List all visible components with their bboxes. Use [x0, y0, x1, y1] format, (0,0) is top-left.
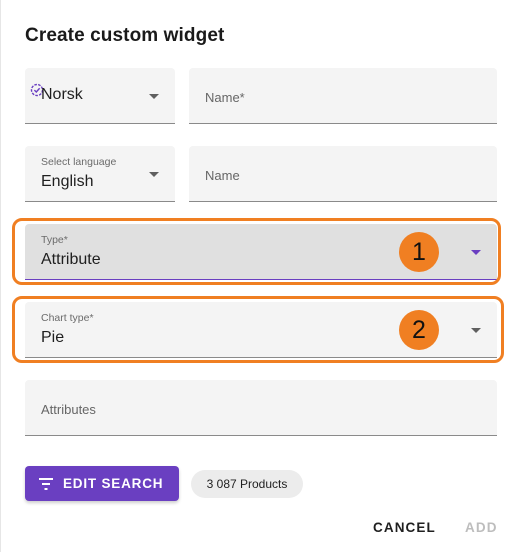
language-select-english[interactable]: Select language English [25, 146, 175, 202]
dialog-title: Create custom widget [25, 25, 225, 46]
language-label: Select language [41, 156, 117, 168]
caret-down-icon [149, 172, 159, 177]
products-count-chip: 3 087 Products [191, 470, 303, 498]
annotation-marker-1: 1 [399, 232, 439, 272]
edit-search-button[interactable]: EDIT SEARCH [25, 466, 179, 501]
name-input[interactable]: Name [189, 146, 497, 202]
annotation-marker-2: 2 [399, 310, 439, 350]
caret-down-icon [149, 94, 159, 99]
edit-search-label: EDIT SEARCH [63, 476, 164, 491]
attributes-input[interactable]: Attributes [25, 380, 497, 436]
create-widget-dialog: Create custom widget Norsk Name* Select … [0, 0, 520, 552]
name-placeholder: Name [205, 168, 240, 183]
language-value: Norsk [41, 86, 83, 103]
filter-icon [39, 478, 53, 490]
attributes-placeholder: Attributes [41, 402, 96, 417]
cancel-button[interactable]: CANCEL [373, 520, 436, 535]
name-placeholder: Name* [205, 90, 245, 105]
language-select-norsk[interactable]: Norsk [25, 68, 175, 124]
add-button[interactable]: ADD [465, 520, 498, 535]
language-value: English [41, 173, 94, 190]
name-input-required[interactable]: Name* [189, 68, 497, 124]
